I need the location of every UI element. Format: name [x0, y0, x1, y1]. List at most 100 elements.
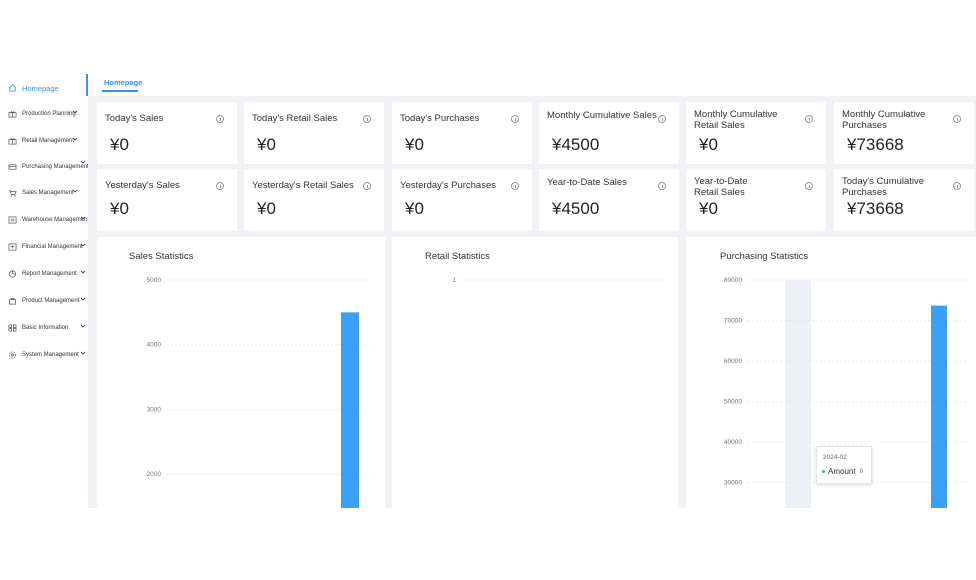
tooltip-series-name: Amount	[828, 467, 856, 476]
sidebar-item-label: Report Management	[22, 271, 77, 277]
sidebar-item-label: Retail Management	[22, 138, 75, 144]
stat-card-yesterdays-sales: Yesterday's Sales ¥0	[97, 169, 237, 231]
sidebar-item-label: Homepage	[22, 83, 59, 93]
sidebar-item-label: Production Planning	[22, 111, 76, 117]
stat-card-todays-sales: Today's Sales ¥0	[97, 102, 237, 164]
tab-bar: Homepage	[90, 74, 976, 97]
info-icon[interactable]	[658, 115, 666, 123]
card-value: ¥0	[699, 135, 718, 154]
sidebar-item-purchasing-management[interactable]: Purchasing Management	[8, 159, 89, 175]
stat-card-todays-purchases: Today's Purchases ¥0	[392, 102, 532, 164]
card-value: ¥73668	[847, 199, 904, 218]
y-tick-label: 5000	[147, 277, 162, 284]
y-tick-label: 50000	[724, 399, 742, 406]
y-tick-label: 30000	[724, 480, 742, 487]
card-label: Year-to-Date Retail Sales	[694, 176, 748, 198]
card-label: Year-to-Date Sales	[547, 177, 627, 188]
sidebar-item-production-planning[interactable]: Production Planning	[8, 106, 78, 122]
card-label: Yesterday's Sales	[105, 180, 180, 191]
sidebar-item-basic-information[interactable]: Basic Information	[8, 320, 86, 336]
y-tick-label: 70000	[724, 318, 742, 325]
gift-icon	[8, 111, 17, 118]
card-value: ¥0	[405, 135, 424, 154]
tab-homepage[interactable]: Homepage	[104, 78, 142, 87]
info-icon[interactable]	[805, 115, 813, 123]
card-icon	[8, 164, 17, 170]
stat-card-yesterdays-retail-sales: Yesterday's Retail Sales ¥0	[244, 169, 384, 231]
chevron-down-icon	[72, 137, 78, 141]
warehouse-icon	[8, 216, 17, 224]
y-tick-label: 40000	[724, 439, 742, 446]
sales-statistics-chart: 5000 4000 3000 2000	[147, 277, 371, 508]
sidebar-item-report-management[interactable]: Report Management	[8, 266, 86, 282]
dashboard-content: Today's Sales ¥0 Today's Retail Sales ¥0…	[88, 96, 976, 508]
series-marker-icon	[822, 470, 825, 473]
sidebar-item-label: Product Management	[22, 298, 80, 304]
info-icon[interactable]	[511, 182, 519, 190]
sidebar-divider	[86, 74, 88, 96]
chevron-down-icon	[80, 216, 86, 220]
tooltip-title: 2024-02	[823, 454, 847, 461]
sidebar-item-product-management[interactable]: Product Management	[8, 293, 86, 309]
sidebar-item-label: System Management	[22, 352, 79, 358]
stat-card-todays-cumulative-purchases: Today's Cumulative Purchases ¥73668	[834, 169, 974, 231]
pie-icon	[9, 270, 16, 278]
gift-icon	[8, 138, 17, 145]
info-icon[interactable]	[363, 115, 371, 123]
hover-highlight	[785, 280, 811, 508]
card-value: ¥73668	[847, 135, 904, 154]
info-icon[interactable]	[216, 115, 224, 123]
card-value: ¥0	[699, 199, 718, 218]
card-label: Today's Retail Sales	[252, 113, 338, 124]
info-icon[interactable]	[658, 182, 666, 190]
stat-card-todays-retail-sales: Today's Retail Sales ¥0	[244, 102, 384, 164]
sidebar-item-warehouse-management[interactable]: Warehouse Management	[8, 212, 89, 228]
info-icon[interactable]	[953, 115, 961, 123]
stat-card-year-to-date-sales: Year-to-Date Sales ¥4500	[539, 169, 679, 231]
info-icon[interactable]	[953, 182, 961, 190]
retail-statistics-chart: 1	[452, 277, 666, 284]
sidebar-item-label: Sales Management	[22, 190, 74, 196]
sidebar-item-label: Financial Management	[22, 244, 83, 250]
card-label: Today's Sales	[105, 113, 164, 124]
stat-card-monthly-cumulative-purchases: Monthly Cumulative Purchases ¥73668	[834, 102, 974, 164]
card-value: ¥0	[110, 199, 129, 218]
y-tick-label: 1	[452, 277, 456, 284]
card-label: Yesterday's Retail Sales	[252, 180, 354, 191]
sales-statistics-panel: Sales Statistics 5000 4000 3000 2000	[97, 237, 385, 508]
stat-card-monthly-cumulative-sales: Monthly Cumulative Sales ¥4500	[539, 102, 679, 164]
card-value: ¥0	[405, 199, 424, 218]
retail-statistics-panel: Retail Statistics 1	[392, 237, 678, 508]
sidebar-item-label: Purchasing Management	[22, 164, 89, 170]
card-value: ¥0	[257, 135, 276, 154]
info-icon[interactable]	[805, 182, 813, 190]
sidebar-item-retail-management[interactable]: Retail Management	[8, 133, 78, 149]
chevron-down-icon	[80, 351, 86, 355]
cart-icon	[8, 189, 17, 197]
tooltip-row: Amount 0	[822, 467, 863, 476]
sidebar-item-label: Basic Information	[22, 325, 69, 331]
info-icon[interactable]	[511, 115, 519, 123]
y-tick-label: 3000	[147, 406, 162, 413]
chevron-down-icon	[80, 160, 86, 164]
sidebar-item-financial-management[interactable]: Financial Management	[8, 239, 86, 255]
chevron-down-icon	[80, 270, 86, 274]
tooltip-value: 0	[859, 468, 863, 475]
card-label: Monthly Cumulative Retail Sales	[694, 109, 778, 131]
chevron-down-icon	[80, 297, 86, 301]
sidebar-item-system-management[interactable]: System Management	[8, 347, 86, 363]
sidebar-item-homepage[interactable]: Homepage	[8, 80, 59, 96]
chart-tooltip: 2024-02 Amount 0	[816, 446, 872, 484]
grid-icon	[8, 324, 17, 332]
chevron-down-icon	[80, 324, 86, 328]
info-icon[interactable]	[216, 182, 224, 190]
card-value: ¥0	[110, 135, 129, 154]
settings-icon	[9, 351, 16, 359]
sidebar: Homepage Production Planning Retail Mana…	[0, 72, 89, 512]
card-label: Today's Cumulative Purchases	[842, 176, 925, 198]
info-icon[interactable]	[363, 182, 371, 190]
chevron-down-icon	[72, 189, 78, 193]
sidebar-item-sales-management[interactable]: Sales Management	[8, 185, 78, 201]
card-label: Monthly Cumulative Purchases	[842, 109, 926, 131]
card-value: ¥4500	[552, 199, 600, 218]
